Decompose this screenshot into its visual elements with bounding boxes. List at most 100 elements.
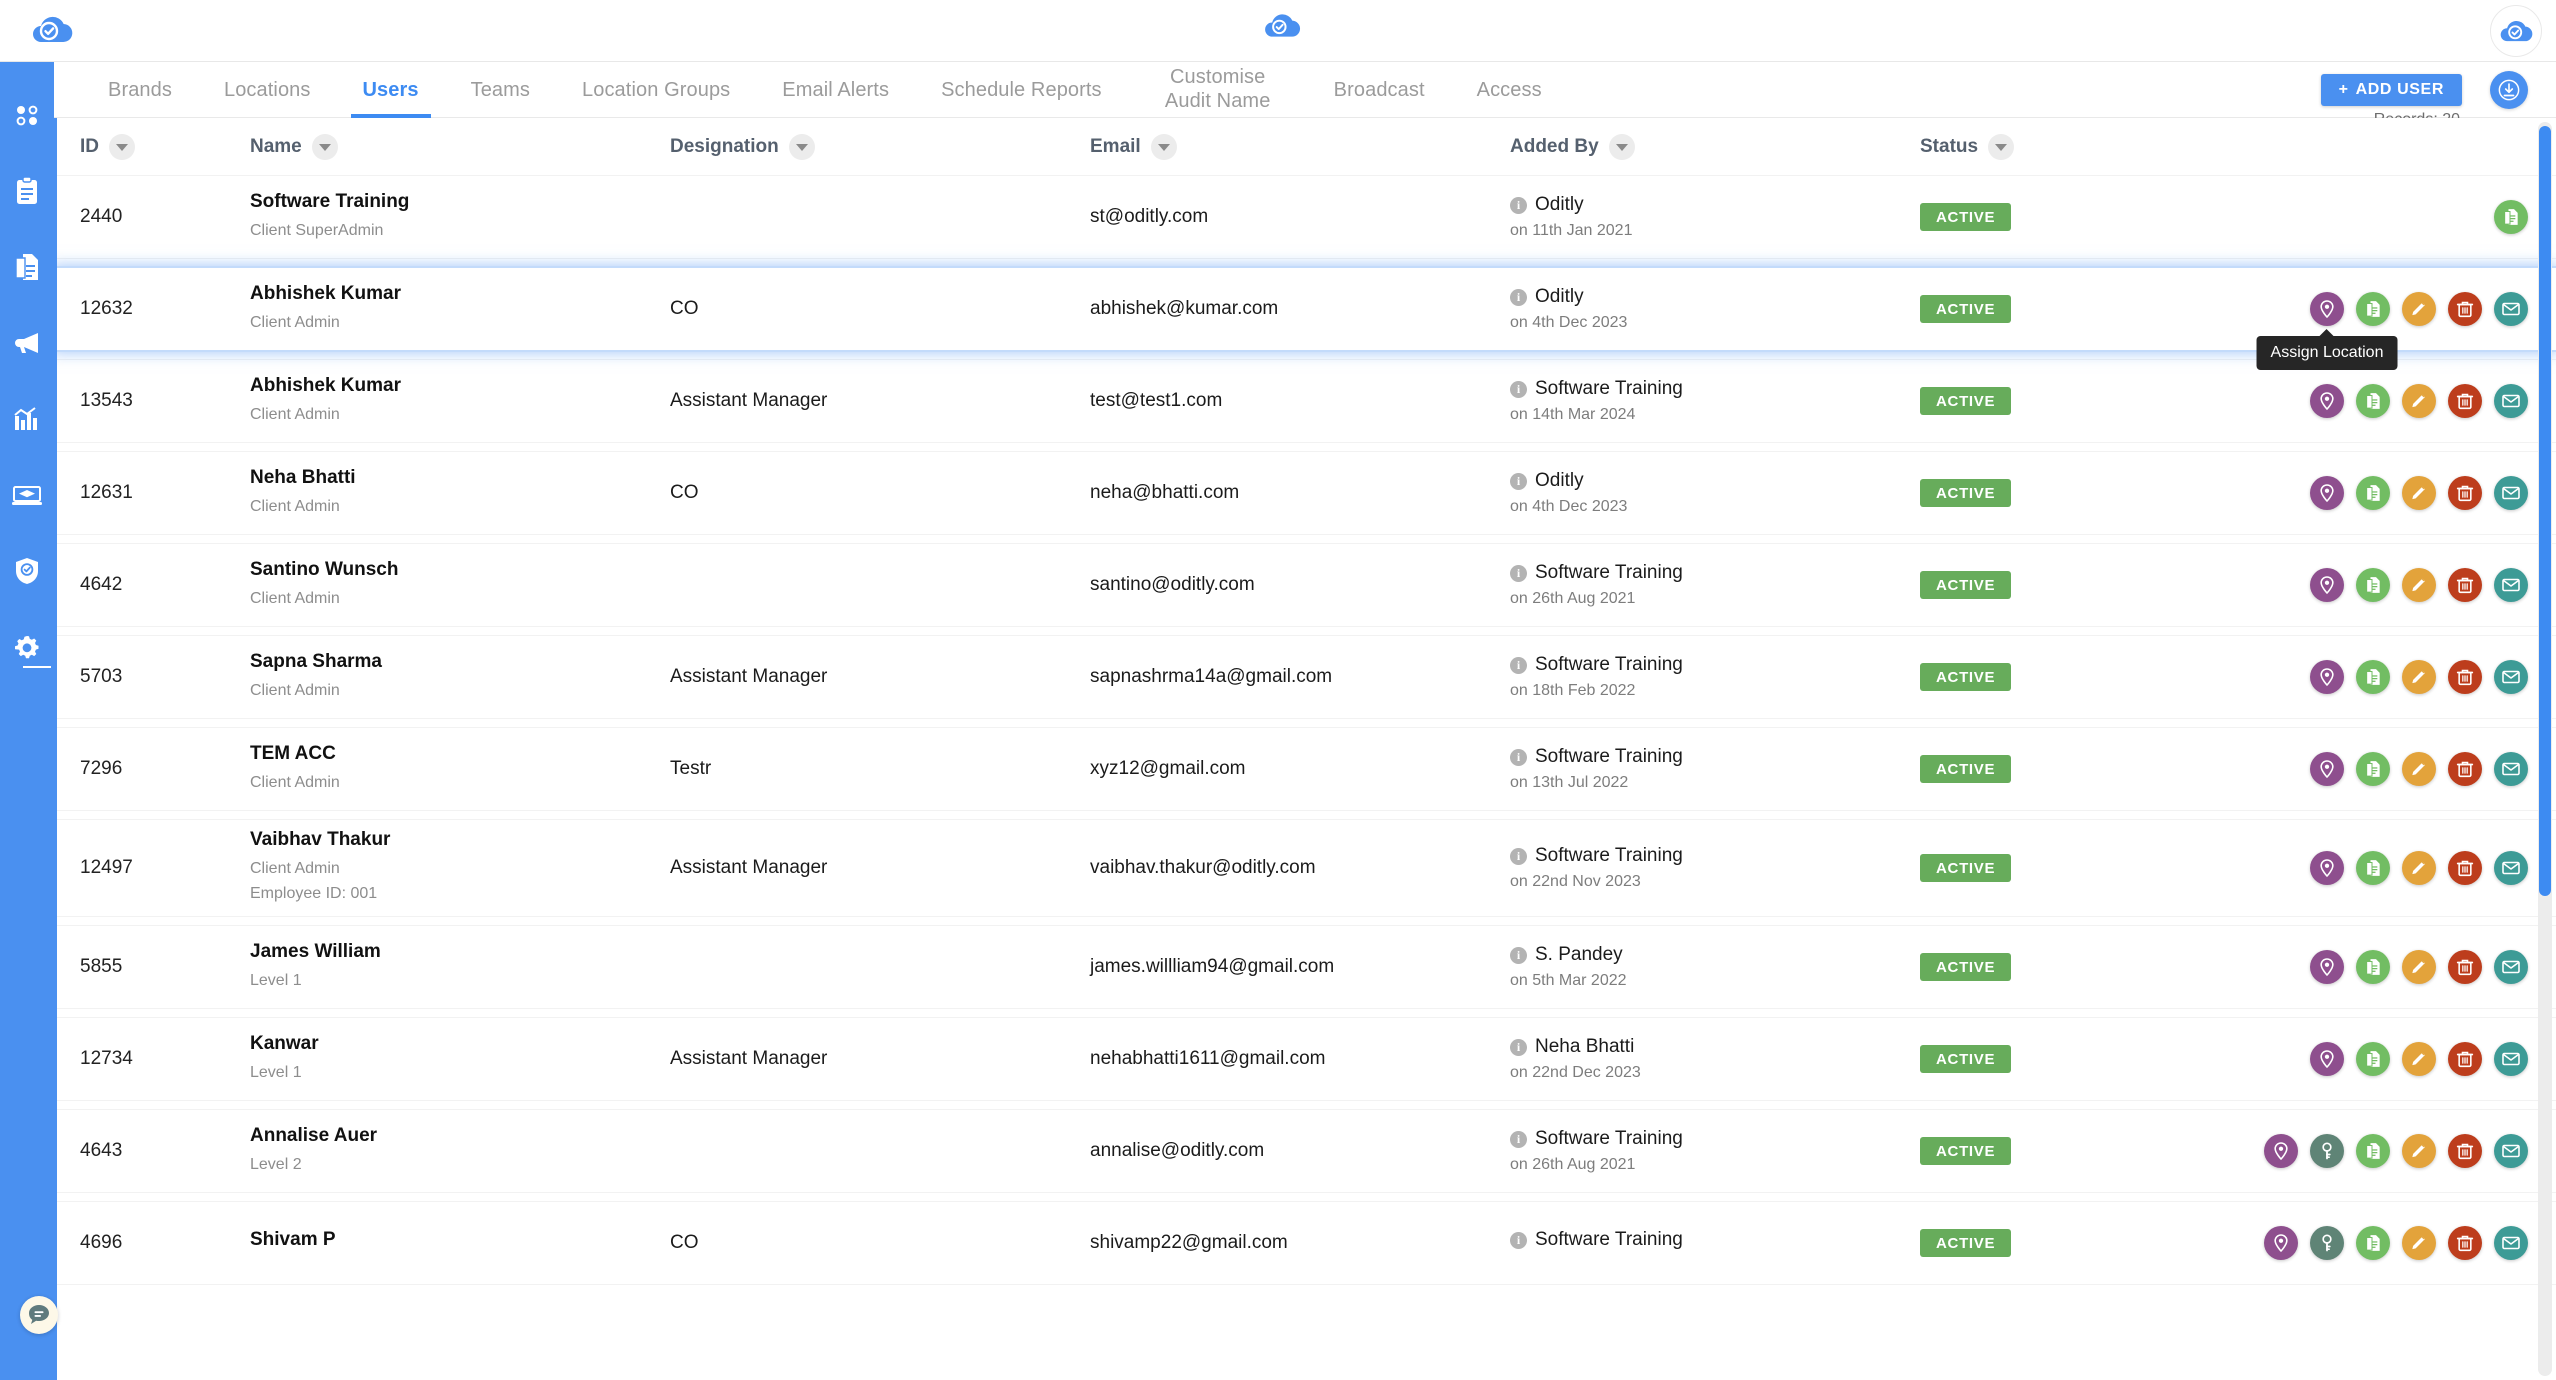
sort-name-button[interactable]: [311, 134, 338, 160]
documents-button[interactable]: [2356, 660, 2390, 694]
documents-button[interactable]: [2356, 384, 2390, 418]
edit-button[interactable]: [2402, 292, 2436, 326]
edit-button[interactable]: [2402, 1042, 2436, 1076]
avatar[interactable]: [2490, 5, 2542, 57]
tab-locations[interactable]: Locations: [198, 62, 337, 118]
permissions-button[interactable]: [2310, 1134, 2344, 1168]
table-row[interactable]: 5703 Sapna Sharma Client Admin Assistant Ma…: [54, 636, 2556, 718]
sidebar-item-broadcast[interactable]: [10, 326, 44, 360]
scrollbar-thumb[interactable]: [2539, 126, 2551, 896]
download-button[interactable]: [2490, 71, 2528, 109]
tab-broadcast[interactable]: Broadcast: [1308, 62, 1451, 118]
send-email-button[interactable]: [2494, 1134, 2528, 1168]
chat-bubble-button[interactable]: [20, 1296, 58, 1334]
info-icon[interactable]: i: [1510, 1231, 1527, 1249]
edit-button[interactable]: [2402, 660, 2436, 694]
info-icon[interactable]: i: [1510, 380, 1527, 398]
delete-button[interactable]: [2448, 384, 2482, 418]
table-row[interactable]: 12632 Abhishek Kumar Client Admin CO abhishe…: [54, 268, 2556, 370]
documents-button[interactable]: [2356, 568, 2390, 602]
table-row[interactable]: 4642 Santino Wunsch Client Admin santino@od…: [54, 544, 2556, 626]
delete-button[interactable]: [2448, 660, 2482, 694]
sidebar-item-reports[interactable]: [10, 250, 44, 284]
assign-location-button[interactable]: [2310, 851, 2344, 885]
documents-button[interactable]: [2356, 476, 2390, 510]
assign-location-button[interactable]: [2310, 1042, 2344, 1076]
send-email-button[interactable]: [2494, 660, 2528, 694]
info-icon[interactable]: i: [1510, 288, 1527, 306]
delete-button[interactable]: [2448, 568, 2482, 602]
delete-button[interactable]: [2448, 292, 2482, 326]
send-email-button[interactable]: [2494, 1042, 2528, 1076]
sort-designation-button[interactable]: [788, 134, 815, 160]
tab-brands[interactable]: Brands: [82, 62, 198, 118]
info-icon[interactable]: i: [1510, 748, 1527, 766]
edit-button[interactable]: [2402, 476, 2436, 510]
assign-location-button[interactable]: Assign Location: [2256, 292, 2398, 370]
sidebar-item-audits[interactable]: [10, 174, 44, 208]
documents-button[interactable]: [2356, 292, 2390, 326]
documents-button[interactable]: [2356, 950, 2390, 984]
send-email-button[interactable]: [2494, 568, 2528, 602]
sidebar-item-settings[interactable]: [10, 630, 51, 668]
documents-button[interactable]: [2356, 752, 2390, 786]
info-icon[interactable]: i: [1510, 946, 1527, 964]
documents-button[interactable]: [2356, 851, 2390, 885]
edit-button[interactable]: [2402, 950, 2436, 984]
delete-button[interactable]: [2448, 1134, 2482, 1168]
documents-button[interactable]: [2356, 1134, 2390, 1168]
table-row[interactable]: 12734 Kanwar Level 1 Assistant Manager nehab…: [54, 1018, 2556, 1100]
table-row[interactable]: 13543 Abhishek Kumar Client Admin Assistant…: [54, 360, 2556, 442]
assign-location-button[interactable]: [2264, 1134, 2298, 1168]
edit-button[interactable]: [2402, 568, 2436, 602]
sidebar-item-dashboard[interactable]: [10, 98, 44, 132]
tab-location-groups[interactable]: Location Groups: [556, 62, 756, 118]
table-row[interactable]: 4643 Annalise Auer Level 2 annalise@oditly.…: [54, 1110, 2556, 1192]
delete-button[interactable]: [2448, 851, 2482, 885]
sidebar-item-compliance[interactable]: [10, 554, 44, 588]
send-email-button[interactable]: [2494, 292, 2528, 326]
tab-customise-audit-name[interactable]: Customise Audit Name: [1128, 62, 1308, 118]
edit-button[interactable]: [2402, 1134, 2436, 1168]
tab-email-alerts[interactable]: Email Alerts: [756, 62, 915, 118]
info-icon[interactable]: i: [1510, 1038, 1527, 1056]
sidebar-item-analytics[interactable]: [10, 402, 44, 436]
sort-added-by-button[interactable]: [1608, 134, 1635, 160]
app-logo[interactable]: [30, 12, 74, 53]
send-email-button[interactable]: [2494, 476, 2528, 510]
add-user-button[interactable]: + ADD USER: [2320, 74, 2462, 106]
assign-location-button[interactable]: [2310, 476, 2344, 510]
delete-button[interactable]: [2448, 1042, 2482, 1076]
documents-button[interactable]: [2494, 200, 2528, 234]
edit-button[interactable]: [2402, 851, 2436, 885]
table-row[interactable]: 4696 Shivam P CO shivamp22@gmail.com i Softwa…: [54, 1202, 2556, 1284]
assign-location-button[interactable]: [2264, 1226, 2298, 1260]
info-icon[interactable]: i: [1510, 196, 1527, 214]
assign-location-button[interactable]: [2310, 568, 2344, 602]
edit-button[interactable]: [2402, 384, 2436, 418]
table-row[interactable]: 12497 Vaibhav Thakur Client Admin Employee …: [54, 820, 2556, 916]
info-icon[interactable]: i: [1510, 1130, 1527, 1148]
info-icon[interactable]: i: [1510, 847, 1527, 865]
permissions-button[interactable]: [2310, 1226, 2344, 1260]
table-row[interactable]: 5855 James William Level 1 james.willliam94…: [54, 926, 2556, 1008]
delete-button[interactable]: [2448, 476, 2482, 510]
delete-button[interactable]: [2448, 1226, 2482, 1260]
assign-location-button[interactable]: [2310, 752, 2344, 786]
send-email-button[interactable]: [2494, 752, 2528, 786]
sort-id-button[interactable]: [109, 134, 135, 160]
assign-location-button[interactable]: [2310, 384, 2344, 418]
assign-location-button[interactable]: [2310, 660, 2344, 694]
assign-location-button[interactable]: [2310, 950, 2344, 984]
info-icon[interactable]: i: [1510, 472, 1527, 490]
send-email-button[interactable]: [2494, 851, 2528, 885]
delete-button[interactable]: [2448, 752, 2482, 786]
info-icon[interactable]: i: [1510, 564, 1527, 582]
tab-users[interactable]: Users: [337, 62, 445, 118]
delete-button[interactable]: [2448, 950, 2482, 984]
info-icon[interactable]: i: [1510, 656, 1527, 674]
documents-button[interactable]: [2356, 1042, 2390, 1076]
table-row[interactable]: 2440 Software Training Client SuperAdmin st…: [54, 176, 2556, 258]
sort-email-button[interactable]: [1150, 134, 1177, 160]
table-row[interactable]: 7296 TEM ACC Client Admin Testr xyz12@gmail.…: [54, 728, 2556, 810]
